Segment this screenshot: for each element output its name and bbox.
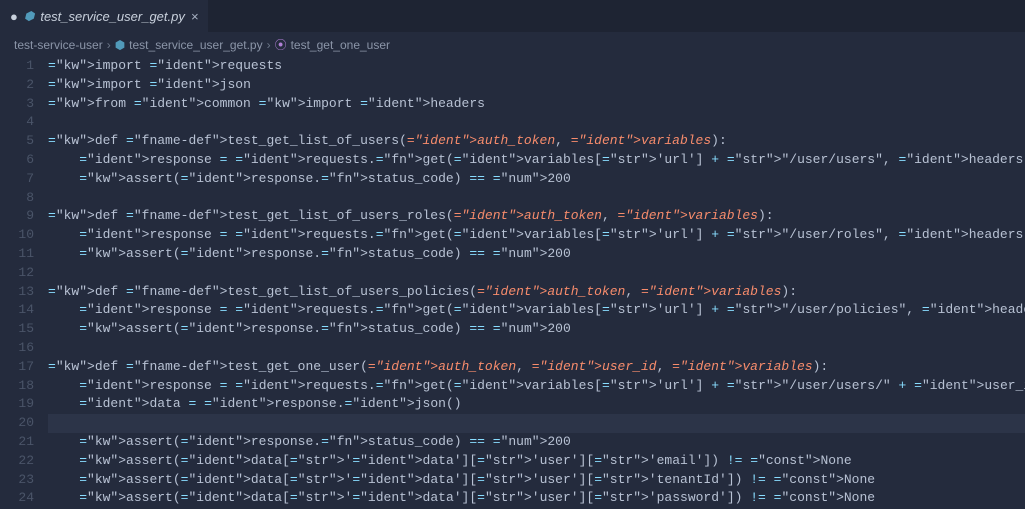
line-number: 11: [0, 245, 34, 264]
line-number: 13: [0, 283, 34, 302]
code-line[interactable]: [48, 414, 1025, 433]
code-line[interactable]: ="kw">def ="fname-def">test_get_one_user…: [48, 358, 1025, 377]
code-line[interactable]: ="kw">assert(="ident">data[="str">'="ide…: [48, 489, 1025, 508]
line-number: 4: [0, 113, 34, 132]
line-number: 10: [0, 226, 34, 245]
breadcrumb-seg[interactable]: test-service-user: [14, 38, 103, 52]
line-number: 19: [0, 395, 34, 414]
line-number: 1: [0, 57, 34, 76]
code-line[interactable]: ="kw">assert(="ident">response.="fn">sta…: [48, 320, 1025, 339]
code-line[interactable]: ="ident">response = ="ident">requests.="…: [48, 377, 1025, 396]
code-line[interactable]: [48, 339, 1025, 358]
line-number: 16: [0, 339, 34, 358]
line-number: 9: [0, 207, 34, 226]
line-number: 24: [0, 489, 34, 508]
tab-label: test_service_user_get.py: [40, 9, 185, 24]
chevron-right-icon: ›: [267, 38, 271, 52]
close-icon[interactable]: ×: [191, 9, 199, 24]
line-number: 5: [0, 132, 34, 151]
function-icon: ⦿: [275, 36, 287, 53]
python-file-icon: ⬢: [115, 38, 125, 52]
line-number: 20: [0, 414, 34, 433]
line-gutter: 1234567891011121314151617181920212223242…: [0, 57, 48, 509]
code-line[interactable]: [48, 113, 1025, 132]
code-line[interactable]: ="kw">assert(="ident">data[="str">'="ide…: [48, 452, 1025, 471]
breadcrumb[interactable]: test-service-user › ⬢ test_service_user_…: [0, 32, 1025, 57]
code-content[interactable]: ="kw">import ="ident">requests="kw">impo…: [48, 57, 1025, 509]
line-number: 8: [0, 189, 34, 208]
code-line[interactable]: ="kw">assert(="ident">data[="str">'="ide…: [48, 471, 1025, 490]
line-number: 22: [0, 452, 34, 471]
code-line[interactable]: ="kw">import ="ident">requests: [48, 57, 1025, 76]
dirty-indicator: ●: [10, 9, 18, 24]
line-number: 7: [0, 170, 34, 189]
line-number: 21: [0, 433, 34, 452]
code-line[interactable]: ="kw">def ="fname-def">test_get_list_of_…: [48, 283, 1025, 302]
breadcrumb-seg[interactable]: test_service_user_get.py: [129, 38, 262, 52]
code-line[interactable]: ="kw">import ="ident">json: [48, 76, 1025, 95]
tab-bar: ● ⬢ test_service_user_get.py ×: [0, 0, 1025, 32]
code-line[interactable]: ="kw">assert(="ident">response.="fn">sta…: [48, 433, 1025, 452]
line-number: 6: [0, 151, 34, 170]
code-line[interactable]: ="kw">assert(="ident">response.="fn">sta…: [48, 170, 1025, 189]
line-number: 23: [0, 471, 34, 490]
chevron-right-icon: ›: [107, 38, 111, 52]
code-line[interactable]: ="ident">response = ="ident">requests.="…: [48, 226, 1025, 245]
code-line[interactable]: ="kw">def ="fname-def">test_get_list_of_…: [48, 132, 1025, 151]
code-line[interactable]: ="kw">assert(="ident">response.="fn">sta…: [48, 245, 1025, 264]
code-line[interactable]: ="kw">from ="ident">common ="kw">import …: [48, 95, 1025, 114]
code-line[interactable]: [48, 189, 1025, 208]
line-number: 12: [0, 264, 34, 283]
line-number: 15: [0, 320, 34, 339]
code-line[interactable]: ="ident">response = ="ident">requests.="…: [48, 301, 1025, 320]
code-line[interactable]: [48, 264, 1025, 283]
code-line[interactable]: ="kw">def ="fname-def">test_get_list_of_…: [48, 207, 1025, 226]
line-number: 14: [0, 301, 34, 320]
line-number: 2: [0, 76, 34, 95]
line-number: 17: [0, 358, 34, 377]
line-number: 3: [0, 95, 34, 114]
code-line[interactable]: ="ident">response = ="ident">requests.="…: [48, 151, 1025, 170]
editor-area: ● ⬢ test_service_user_get.py × test-serv…: [0, 0, 1025, 509]
breadcrumb-seg[interactable]: test_get_one_user: [291, 38, 390, 52]
line-number: 18: [0, 377, 34, 396]
code-editor[interactable]: 1234567891011121314151617181920212223242…: [0, 57, 1025, 509]
code-line[interactable]: ="ident">data = ="ident">response.="iden…: [48, 395, 1025, 414]
tab-active[interactable]: ● ⬢ test_service_user_get.py ×: [0, 0, 208, 32]
python-file-icon: ⬢: [24, 9, 34, 23]
